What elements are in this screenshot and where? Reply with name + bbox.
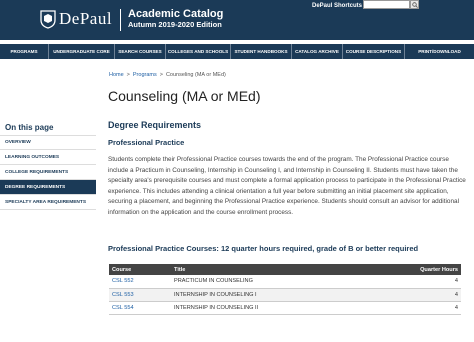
search-input[interactable] bbox=[363, 0, 410, 9]
course-title: INTERNSHIP IN COUNSELING I bbox=[171, 288, 411, 302]
nav-colleges-and-schools[interactable]: COLLEGES AND SCHOOLS bbox=[166, 44, 231, 59]
main-nav: PROGRAMS UNDERGRADUATE CORE SEARCH COURS… bbox=[0, 44, 474, 59]
search-button[interactable] bbox=[410, 0, 419, 9]
table-header-row: Course Title Quarter Hours bbox=[109, 264, 461, 275]
search-icon bbox=[411, 1, 418, 8]
course-hours: 4 bbox=[411, 275, 461, 289]
shield-icon bbox=[40, 9, 56, 29]
nav-print-download[interactable]: PRINT/DOWNLOAD bbox=[405, 44, 474, 59]
course-code-link[interactable]: CSL 554 bbox=[109, 301, 171, 315]
sidebar-item-learning-outcomes[interactable]: LEARNING OUTCOMES bbox=[0, 150, 96, 165]
courses-table: Course Title Quarter Hours CSL 552 PRACT… bbox=[109, 264, 461, 315]
description-paragraph: Students complete their Professional Pra… bbox=[108, 156, 466, 216]
sidebar-heading: On this page bbox=[5, 123, 54, 132]
table-row: CSL 552 PRACTICUM IN COUNSELING 4 bbox=[109, 275, 461, 289]
nav-course-descriptions[interactable]: COURSE DESCRIPTIONS bbox=[343, 44, 405, 59]
sidebar-item-specialty-area-requirements[interactable]: SPECIALTY AREA REQUIREMENTS bbox=[0, 195, 96, 210]
section-heading: Degree Requirements bbox=[108, 120, 202, 130]
table-row: CSL 554 INTERNSHIP IN COUNSELING II 4 bbox=[109, 301, 461, 315]
column-header-course: Course bbox=[109, 264, 171, 275]
course-code-link[interactable]: CSL 552 bbox=[109, 275, 171, 289]
catalog-edition: Autumn 2019-2020 Edition bbox=[128, 20, 222, 29]
page-title: Counseling (MA or MEd) bbox=[108, 88, 261, 104]
sidebar-item-overview[interactable]: OVERVIEW bbox=[0, 135, 96, 150]
site-header: DePaul Academic Catalog Autumn 2019-2020… bbox=[0, 0, 474, 40]
header-divider bbox=[120, 9, 121, 31]
course-code-link[interactable]: CSL 553 bbox=[109, 288, 171, 302]
breadcrumb-home[interactable]: Home bbox=[109, 72, 124, 78]
breadcrumb: Home > Programs > Counseling (MA or MEd) bbox=[109, 72, 226, 78]
course-hours: 4 bbox=[411, 288, 461, 302]
shortcuts-link[interactable]: DePaul Shortcuts bbox=[312, 2, 362, 10]
nav-student-handbooks[interactable]: STUDENT HANDBOOKS bbox=[231, 44, 292, 59]
course-title: INTERNSHIP IN COUNSELING II bbox=[171, 301, 411, 315]
sidebar-item-degree-requirements[interactable]: DEGREE REQUIREMENTS bbox=[0, 180, 96, 195]
nav-programs[interactable]: PROGRAMS bbox=[0, 44, 49, 59]
logo-wordmark: DePaul bbox=[59, 9, 113, 28]
course-title: PRACTICUM IN COUNSELING bbox=[171, 275, 411, 289]
depaul-logo[interactable]: DePaul bbox=[40, 9, 112, 29]
breadcrumb-programs[interactable]: Programs bbox=[133, 72, 157, 78]
catalog-title[interactable]: Academic Catalog bbox=[128, 9, 223, 20]
breadcrumb-separator: > bbox=[159, 72, 163, 78]
breadcrumb-current: Counseling (MA or MEd) bbox=[165, 72, 226, 78]
nav-search-courses[interactable]: SEARCH COURSES bbox=[115, 44, 166, 59]
column-header-quarter-hours: Quarter Hours bbox=[411, 264, 461, 275]
breadcrumb-separator: > bbox=[126, 72, 130, 78]
nav-undergraduate-core[interactable]: UNDERGRADUATE CORE bbox=[49, 44, 115, 59]
nav-catalog-archive[interactable]: CATALOG ARCHIVE bbox=[292, 44, 343, 59]
courses-heading: Professional Practice Courses: 12 quarte… bbox=[108, 244, 419, 253]
course-hours: 4 bbox=[411, 301, 461, 315]
sidebar-item-college-requirements[interactable]: COLLEGE REQUIREMENTS bbox=[0, 165, 96, 180]
subsection-heading: Professional Practice bbox=[108, 138, 185, 147]
sidebar-nav: OVERVIEW LEARNING OUTCOMES COLLEGE REQUI… bbox=[0, 135, 96, 210]
table-row: CSL 553 INTERNSHIP IN COUNSELING I 4 bbox=[109, 288, 461, 302]
column-header-title: Title bbox=[171, 264, 411, 275]
